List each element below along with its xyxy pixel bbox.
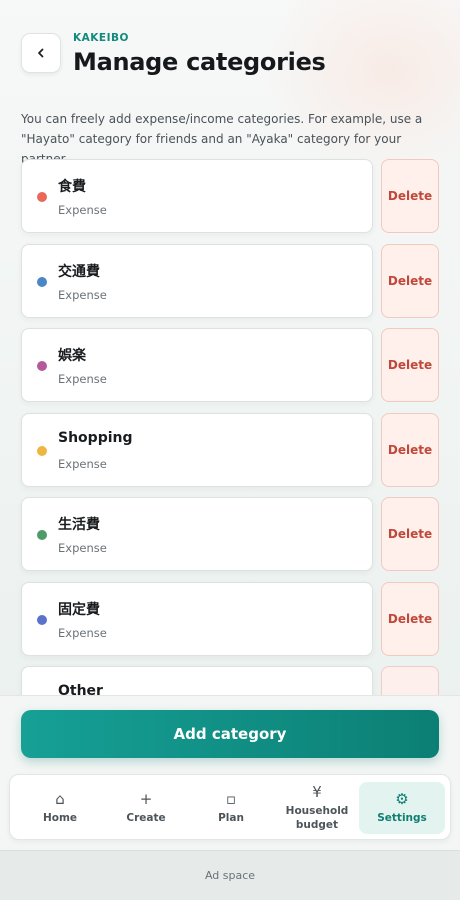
tab-label: Settings: [377, 812, 427, 824]
tab-plan[interactable]: ▫ Plan: [188, 782, 274, 834]
category-row: 交通費 Expense Delete: [21, 243, 441, 318]
category-card[interactable]: 固定費 Expense: [21, 581, 373, 656]
page-header: KAKEIBO Manage categories: [21, 32, 441, 92]
category-type: Expense: [58, 372, 107, 386]
category-type: Expense: [58, 541, 107, 555]
back-button[interactable]: [21, 33, 61, 73]
brand-label: KAKEIBO: [73, 32, 129, 44]
category-type: Expense: [58, 625, 107, 640]
tab-label: Plan: [218, 812, 244, 824]
category-card[interactable]: 食費 Expense: [21, 159, 373, 233]
bottom-panel: Add category ⌂ Home + Create ▫ Plan ¥ Ho…: [0, 695, 460, 850]
app-screen: KAKEIBO Manage categories You can freely…: [0, 0, 460, 900]
chevron-left-icon: [38, 48, 44, 58]
category-card[interactable]: 娯楽 Expense: [21, 328, 373, 402]
category-type: Expense: [58, 203, 107, 217]
page-title: Manage categories: [73, 48, 326, 76]
category-color-dot: [37, 614, 47, 625]
category-row: 生活費 Expense Delete: [21, 497, 441, 571]
tab-home[interactable]: ⌂ Home: [17, 782, 103, 834]
square-icon: ▫: [225, 790, 237, 808]
category-list: 食費 Expense Delete 交通費 Expense Delete 娯楽 …: [21, 159, 441, 751]
delete-button[interactable]: Delete: [381, 159, 439, 233]
tab-create[interactable]: + Create: [103, 782, 189, 834]
category-color-dot: [37, 276, 47, 287]
category-color-dot: [37, 530, 47, 540]
category-card[interactable]: Shopping Expense: [21, 412, 373, 487]
category-type: Expense: [58, 287, 107, 302]
yen-icon: ¥: [312, 783, 322, 801]
category-name: 固定費: [58, 601, 100, 618]
category-name: 娯楽: [58, 348, 86, 364]
delete-button[interactable]: Delete: [381, 581, 439, 656]
category-row: 固定費 Expense Delete: [21, 581, 441, 656]
gear-icon: ⚙: [395, 790, 409, 808]
category-card[interactable]: 生活費 Expense: [21, 497, 373, 571]
add-category-button[interactable]: Add category: [21, 710, 439, 758]
category-type: Expense: [58, 456, 107, 471]
category-color-dot: [37, 445, 47, 456]
delete-button[interactable]: Delete: [381, 497, 439, 571]
category-color-dot: [37, 192, 47, 202]
home-icon: ⌂: [55, 790, 65, 808]
plus-icon: +: [139, 790, 153, 808]
tab-label: Create: [126, 812, 166, 824]
category-name: 交通費: [58, 263, 100, 280]
tab-settings[interactable]: ⚙ Settings: [359, 782, 445, 834]
delete-button[interactable]: Delete: [381, 243, 439, 318]
category-row: 娯楽 Expense Delete: [21, 328, 441, 402]
tab-bar: ⌂ Home + Create ▫ Plan ¥ Household budge…: [9, 774, 451, 840]
category-card[interactable]: 交通費 Expense: [21, 243, 373, 318]
ad-space: Ad space: [0, 850, 460, 900]
delete-button[interactable]: Delete: [381, 328, 439, 402]
tab-label: Home: [42, 812, 78, 824]
category-row: Shopping Expense Delete: [21, 412, 441, 487]
category-name: Shopping: [58, 429, 133, 446]
category-row: 食費 Expense Delete: [21, 159, 441, 233]
category-color-dot: [37, 361, 47, 371]
tab-household-budget[interactable]: ¥ Household budget: [274, 782, 360, 834]
tab-label: Household budget: [285, 805, 349, 831]
category-name: 食費: [58, 179, 86, 195]
delete-button[interactable]: Delete: [381, 412, 439, 487]
category-name: 生活費: [58, 517, 100, 533]
